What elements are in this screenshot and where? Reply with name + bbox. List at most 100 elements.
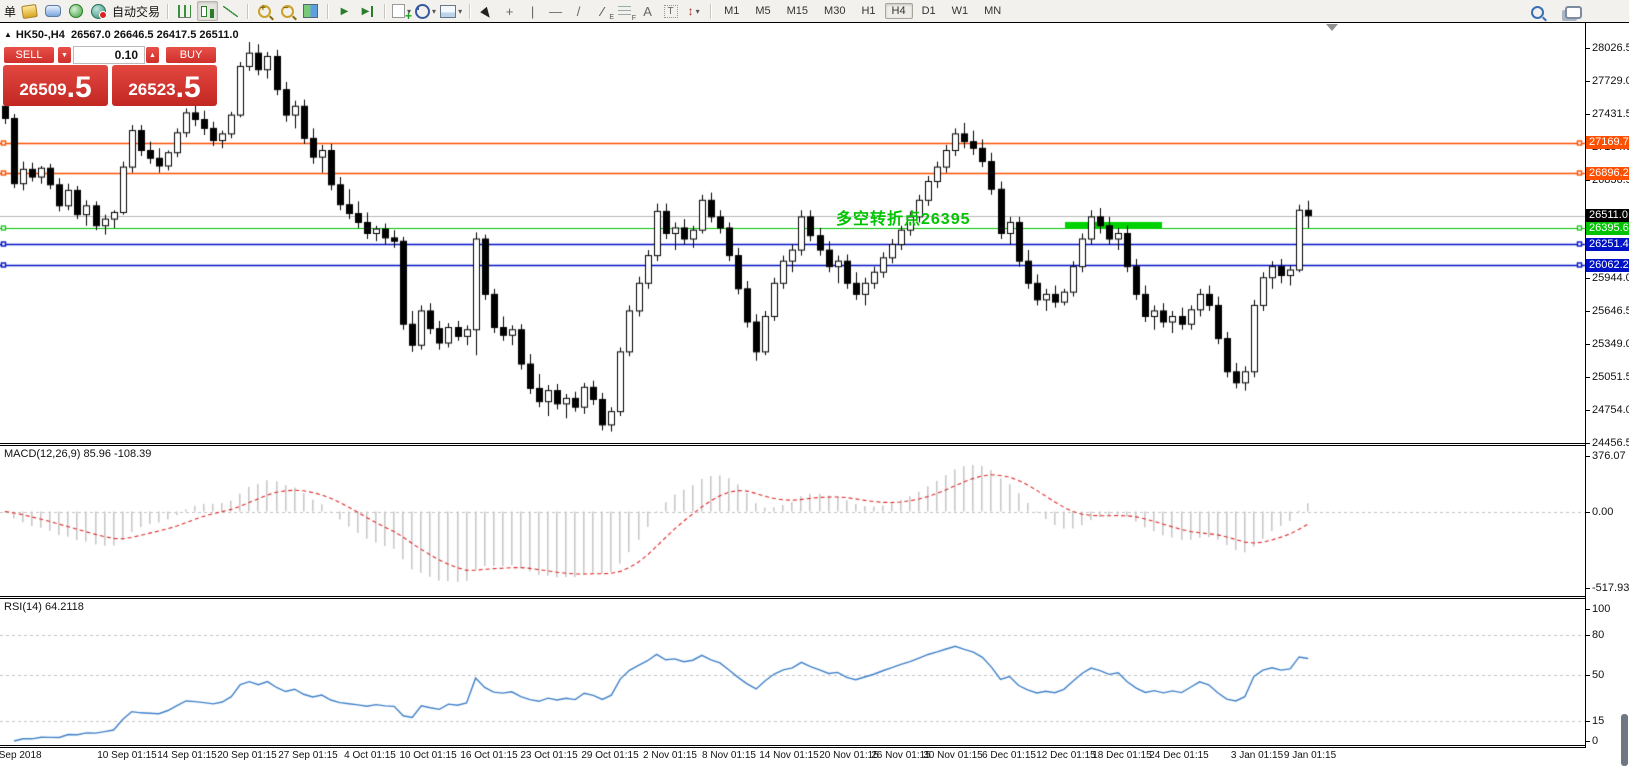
date-tick: 30 Nov 01:15 bbox=[923, 750, 983, 761]
timeframe-m5[interactable]: M5 bbox=[748, 3, 777, 19]
price-level-badge: 26511.0 bbox=[1586, 209, 1629, 222]
trendline-icon: / bbox=[577, 4, 581, 19]
trendline-icon-button[interactable]: / bbox=[568, 1, 589, 21]
periods-icon-button[interactable]: ▾ bbox=[414, 1, 437, 21]
dropdown-caret-icon[interactable]: ▾ bbox=[696, 7, 700, 16]
toolbar-right bbox=[1526, 2, 1585, 22]
cursor-icon bbox=[480, 5, 494, 17]
toolbar-separator bbox=[469, 4, 470, 19]
search-button[interactable] bbox=[1527, 2, 1548, 22]
horizontal-line-icon-button[interactable]: — bbox=[545, 1, 566, 21]
timeframe-m1[interactable]: M1 bbox=[717, 3, 746, 19]
price-level-badge: 26062.2 bbox=[1586, 259, 1629, 272]
volume-input[interactable]: 0.10 bbox=[73, 46, 145, 64]
pane-separator bbox=[0, 745, 1586, 746]
dropdown-caret-icon[interactable]: ▾ bbox=[458, 7, 462, 16]
price-tick: 24456.5 bbox=[1592, 437, 1629, 449]
date-tick: 9 Jan 01:15 bbox=[1284, 750, 1336, 761]
channel-icon-button[interactable]: ∕∕ bbox=[591, 1, 612, 21]
autotrading-icon-button[interactable] bbox=[88, 1, 109, 21]
collapse-panel-icon[interactable]: ▲ bbox=[4, 30, 12, 39]
rsi-tick: 50 bbox=[1592, 669, 1604, 681]
zoom-in-icon-button[interactable] bbox=[254, 1, 275, 21]
vertical-line-icon-button[interactable]: | bbox=[522, 1, 543, 21]
toolbar-separator bbox=[247, 4, 248, 19]
chart-shift-marker[interactable] bbox=[1326, 24, 1338, 31]
timeframe-m15[interactable]: M15 bbox=[780, 3, 815, 19]
volume-increase-button[interactable]: ▲ bbox=[145, 46, 160, 64]
buy-button[interactable]: BUY bbox=[165, 46, 217, 64]
autotrading-icon bbox=[91, 4, 106, 19]
new-order-icon bbox=[21, 4, 38, 19]
timeframe-w1[interactable]: W1 bbox=[945, 3, 976, 19]
text-icon: A bbox=[643, 4, 652, 19]
volume-decrease-button[interactable]: ▼ bbox=[57, 46, 72, 64]
indicators-icon-button[interactable]: ▾ bbox=[391, 1, 412, 21]
new-order-icon-button[interactable] bbox=[19, 1, 40, 21]
toolbar: 单 自动交易 ▶ ▶ ▾ ▾ ▾ + |— / ∕∕ AT↕▾ M1M5M15M30H1H4D1W1M… bbox=[0, 0, 1629, 22]
sell-button[interactable]: SELL bbox=[3, 46, 55, 64]
templates-icon-button[interactable]: ▾ bbox=[439, 1, 463, 21]
zoom-in-icon bbox=[258, 5, 271, 18]
pane-separator bbox=[0, 445, 1586, 446]
timeframe-mn[interactable]: MN bbox=[977, 3, 1008, 19]
toolbar-separator bbox=[167, 4, 168, 19]
chat-button[interactable] bbox=[1563, 2, 1584, 22]
pivot-annotation-text[interactable]: 多空转折点26395 bbox=[836, 205, 971, 229]
timeframe-m30[interactable]: M30 bbox=[817, 3, 852, 19]
signals-icon-button[interactable] bbox=[65, 1, 86, 21]
sell-price-frac: .5 bbox=[67, 73, 92, 103]
buy-price-frac: .5 bbox=[176, 73, 201, 103]
tile-windows-icon-button[interactable] bbox=[300, 1, 321, 21]
timeframe-h4[interactable]: H4 bbox=[885, 3, 913, 19]
autotrading-label[interactable]: 自动交易 bbox=[112, 3, 160, 20]
pane-separator bbox=[0, 747, 1586, 748]
date-tick: 4 Oct 01:15 bbox=[344, 750, 396, 761]
sell-price-button[interactable]: 26509.5 bbox=[3, 65, 108, 106]
date-tick: 26 Nov 01:15 bbox=[871, 750, 931, 761]
signals-icon bbox=[69, 4, 83, 18]
tile-windows-icon bbox=[303, 4, 318, 18]
date-tick: 14 Nov 01:15 bbox=[759, 750, 819, 761]
timeframe-h1[interactable]: H1 bbox=[854, 3, 882, 19]
buy-price-button[interactable]: 26523.5 bbox=[112, 65, 217, 106]
autoscroll-icon: ▶ bbox=[341, 6, 349, 17]
autoscroll-icon-button[interactable]: ▶ bbox=[334, 1, 355, 21]
market-watch-icon-button[interactable] bbox=[42, 1, 63, 21]
ohlc-values: 26567.0 26646.5 26417.5 26511.0 bbox=[71, 29, 239, 41]
date-tick: 8 Nov 01:15 bbox=[702, 750, 756, 761]
zoom-out-icon bbox=[281, 5, 294, 18]
text-icon-button[interactable]: A bbox=[637, 1, 658, 21]
zoom-out-icon-button[interactable] bbox=[277, 1, 298, 21]
crosshair-icon: + bbox=[506, 4, 514, 19]
scrollbar-thumb[interactable] bbox=[1621, 714, 1628, 766]
date-tick: 3 Jan 01:15 bbox=[1231, 750, 1283, 761]
price-chart-canvas[interactable] bbox=[0, 23, 1629, 766]
bar-chart-icon-button[interactable] bbox=[174, 1, 195, 21]
cursor-icon-button[interactable] bbox=[476, 1, 497, 21]
chart-shift-icon-button[interactable]: ▶ bbox=[357, 1, 378, 21]
rsi-tick: 0 bbox=[1592, 735, 1598, 747]
timeframe-d1[interactable]: D1 bbox=[915, 3, 943, 19]
date-tick: 24 Dec 01:15 bbox=[1149, 750, 1209, 761]
buy-price-main: 26523 bbox=[128, 77, 175, 103]
date-tick: 20 Nov 01:15 bbox=[819, 750, 879, 761]
macd-tick: 0.00 bbox=[1592, 506, 1613, 518]
orders-menu-label[interactable]: 单 bbox=[4, 3, 16, 20]
candlesticks-icon-button[interactable] bbox=[197, 1, 218, 21]
line-chart-icon-button[interactable] bbox=[220, 1, 241, 21]
line-chart-icon bbox=[223, 6, 238, 17]
rsi-tick: 80 bbox=[1592, 629, 1604, 641]
crosshair-icon-button[interactable]: + bbox=[499, 1, 520, 21]
toolbar-separator bbox=[710, 4, 711, 19]
date-tick: 29 Oct 01:15 bbox=[581, 750, 638, 761]
fibonacci-icon-button[interactable] bbox=[614, 1, 635, 21]
macd-tick: -517.93 bbox=[1592, 582, 1629, 594]
arrows-icon-button[interactable]: ↕▾ bbox=[683, 1, 704, 21]
symbol-ohlc-header[interactable]: ▲HK50-,H4 26567.0 26646.5 26417.5 26511.… bbox=[4, 29, 239, 41]
text-label-icon-button[interactable]: T bbox=[660, 1, 681, 21]
pane-separator bbox=[0, 596, 1586, 597]
dropdown-caret-icon[interactable]: ▾ bbox=[432, 7, 436, 16]
chart-top-border bbox=[0, 22, 1629, 23]
date-tick: 10 Oct 01:15 bbox=[399, 750, 456, 761]
